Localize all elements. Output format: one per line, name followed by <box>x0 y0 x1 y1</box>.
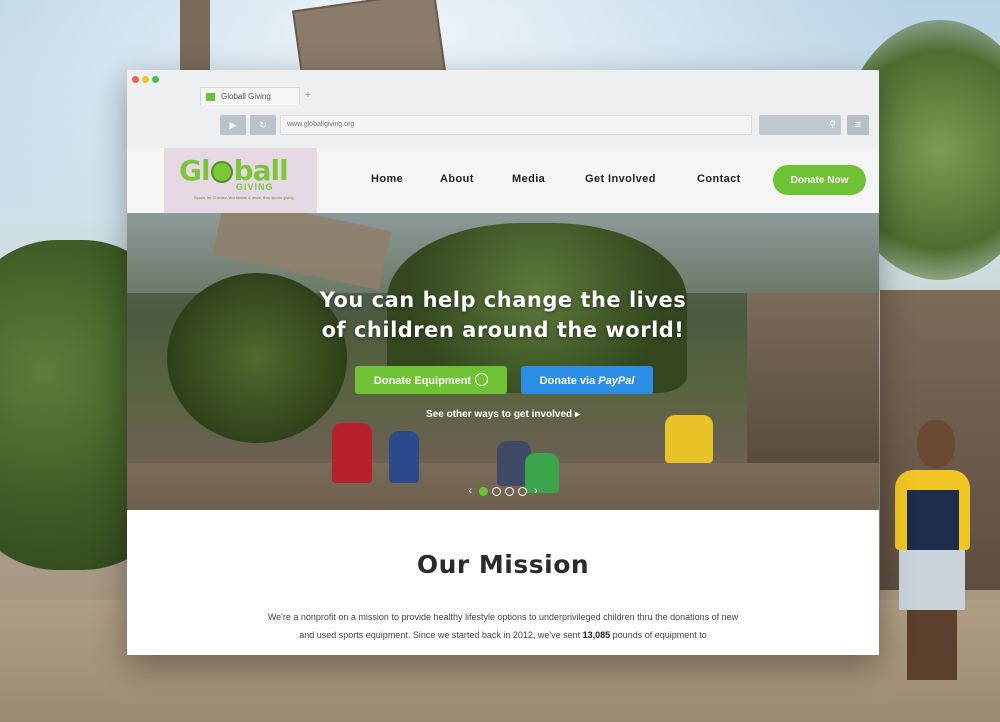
donate-paypal-label: Donate via <box>539 375 596 387</box>
hero-child <box>332 423 372 483</box>
donate-paypal-button[interactable]: Donate via PayPal <box>521 366 653 394</box>
carousel-dot[interactable] <box>505 486 514 496</box>
refresh-icon[interactable]: ↻ <box>250 115 276 135</box>
hero-headline: You can help change the lives of childre… <box>127 285 879 345</box>
mission-section: Our Mission We're a nonprofit on a missi… <box>127 510 879 655</box>
paypal-logo: PayPal <box>598 375 635 387</box>
tab-title: Globall Giving <box>221 92 271 101</box>
browser-search-box[interactable]: ⚲ <box>759 115 841 135</box>
chevron-left-icon[interactable]: ‹ <box>468 485 472 497</box>
carousel-controls: ‹ › <box>127 485 879 497</box>
browser-chrome: Globall Giving + ▶ ↻ www.globallgiving.o… <box>127 70 879 148</box>
hero-child <box>665 415 713 463</box>
logo-tagline: Sports for Children Worldwide & more, th… <box>194 195 294 200</box>
logo-subtitle: GIVING <box>236 182 274 192</box>
menu-icon[interactable]: ≡ <box>847 115 869 135</box>
search-icon: ⚲ <box>829 119 836 129</box>
soccer-ball-icon <box>475 373 489 386</box>
address-bar[interactable]: www.globallgiving.org <box>280 115 752 135</box>
mission-text-end: pounds of equipment to <box>610 630 707 640</box>
donate-equipment-button[interactable]: Donate Equipment <box>355 366 507 394</box>
other-ways-link[interactable]: See other ways to get involved ▸ <box>127 409 879 420</box>
carousel-dot[interactable] <box>479 486 488 496</box>
hero-headline-line1: You can help change the lives <box>319 288 687 312</box>
nav-about[interactable]: About <box>440 148 474 213</box>
nav-get-involved[interactable]: Get Involved <box>585 148 656 213</box>
hero-child <box>389 431 419 483</box>
browser-tab[interactable]: Globall Giving <box>200 87 300 105</box>
mission-title: Our Mission <box>416 550 590 579</box>
maximize-window-icon[interactable] <box>152 76 159 83</box>
close-window-icon[interactable] <box>132 76 139 83</box>
carousel-dot[interactable] <box>492 486 501 496</box>
favicon-icon <box>206 93 215 101</box>
donate-equipment-label: Donate Equipment <box>373 375 472 387</box>
chevron-right-icon[interactable]: › <box>534 485 538 497</box>
minimize-window-icon[interactable] <box>142 76 149 83</box>
nav-home[interactable]: Home <box>371 148 403 213</box>
mission-text: We're a nonprofit on a mission to provid… <box>267 608 739 644</box>
logo-text-prefix: Gl <box>179 154 211 187</box>
mission-pounds: 13,085 <box>582 630 611 640</box>
hero-section: You can help change the lives of childre… <box>127 213 879 510</box>
nav-media[interactable]: Media <box>512 148 545 213</box>
hero-headline-line2: of children around the world! <box>321 318 685 342</box>
site-header: Gl ball GIVING Sports for Children Worldw… <box>127 148 879 218</box>
nav-contact[interactable]: Contact <box>697 148 741 213</box>
play-icon[interactable]: ▶ <box>220 115 246 135</box>
soccer-ball-icon <box>210 161 233 183</box>
browser-window: Globall Giving + ▶ ↻ www.globallgiving.o… <box>127 70 879 655</box>
background-person <box>885 420 980 680</box>
carousel-dot[interactable] <box>518 486 527 496</box>
new-tab-icon[interactable]: + <box>305 90 311 101</box>
site-logo[interactable]: Gl ball GIVING Sports for Children Worldw… <box>164 148 317 218</box>
donate-now-button[interactable]: Donate Now <box>773 165 866 195</box>
